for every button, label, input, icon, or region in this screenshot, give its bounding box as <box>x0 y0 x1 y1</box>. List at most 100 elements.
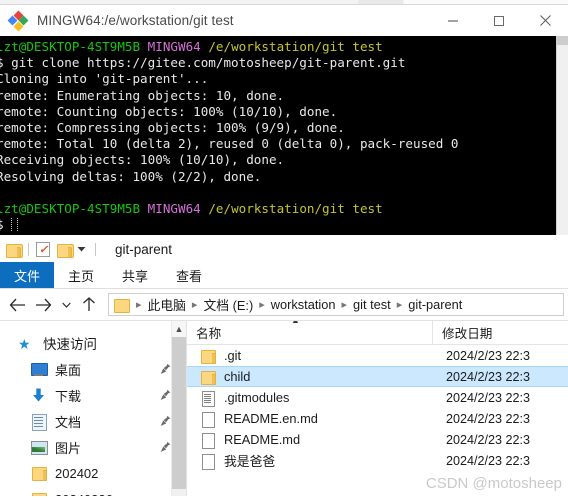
terminal-line: remote: Counting objects: 100% (10/10), … <box>0 103 338 119</box>
breadcrumb-item-0[interactable]: 此电脑 <box>147 295 187 314</box>
file-date: 2024/2/23 22:3 <box>446 432 531 447</box>
breadcrumb-folder-icon <box>114 298 130 313</box>
quick-access-toolbar: ✓ git-parent <box>0 236 568 262</box>
address-bar: ▸ 此电脑 ▸ 文档 (E:) ▸ workstation ▸ git test… <box>0 289 568 320</box>
folder-icon <box>200 369 216 385</box>
mingw64-terminal-window: MINGW64:/e/workstation/git test lzt@DESK… <box>0 5 568 235</box>
close-icon[interactable] <box>522 5 568 36</box>
table-row[interactable]: 我是爸爸 2024/2/23 22:3 <box>187 450 568 471</box>
document-icon <box>30 413 47 431</box>
terminal-line: Resolving deltas: 100% (2/2), done. <box>0 168 262 184</box>
terminal-text: lzt@DESKTOP-4ST9M5B MINGW64 /e/workstati… <box>0 39 568 233</box>
tab-share[interactable]: 共享 <box>108 262 162 288</box>
breadcrumb-item-2[interactable]: workstation <box>270 297 337 312</box>
folder-icon <box>6 243 23 258</box>
sidebar-item-desktop[interactable]: 桌面 <box>0 356 186 382</box>
sidebar-item-202402[interactable]: 202402 <box>0 460 186 486</box>
tab-home[interactable]: 主页 <box>54 262 108 288</box>
breadcrumb-item-4[interactable]: git-parent <box>407 297 463 312</box>
sidebar-item-label: 下载 <box>55 388 82 404</box>
table-row[interactable]: README.md 2024/2/23 22:3 <box>187 429 568 450</box>
terminal-title-bar[interactable]: MINGW64:/e/workstation/git test <box>0 5 568 36</box>
tab-file[interactable]: 文件 <box>0 262 55 288</box>
file-name: README.md <box>224 432 301 447</box>
file-list-pane: 名称 ▲ 修改日期 .git 2024/2/23 22:3 child 2024… <box>187 321 568 496</box>
sidebar-item-pictures[interactable]: 图片 <box>0 434 186 460</box>
file-name: .git <box>224 348 242 363</box>
file-list: .git 2024/2/23 22:3 child 2024/2/23 22:3… <box>187 345 568 471</box>
navigation-pane-scrollbar[interactable]: ▲ <box>171 321 186 496</box>
terminal-line: remote: Enumerating objects: 10, done. <box>0 87 285 103</box>
terminal-line: Cloning into 'git-parent'... <box>0 71 209 87</box>
desktop-icon <box>30 362 48 377</box>
sidebar-item-label: 桌面 <box>55 362 82 378</box>
terminal-output-area[interactable]: lzt@DESKTOP-4ST9M5B MINGW64 /e/workstati… <box>0 36 568 235</box>
explorer-panes: ★ 快速访问 桌面 下载 文档 图片 202402 ▲ 名称 修改日期 .git… <box>0 320 568 496</box>
column-header-date-label: 修改日期 <box>442 327 493 341</box>
table-row[interactable]: .git 2024/2/23 22:3 <box>187 345 568 366</box>
toolbar-separator-2 <box>95 242 96 256</box>
breadcrumb-separator: ▸ <box>341 299 348 311</box>
terminal-line: remote: Total 10 (delta 2), reused 0 (de… <box>0 136 459 152</box>
text-file-icon <box>200 390 216 407</box>
sidebar-item-label: 文档 <box>55 414 82 430</box>
explorer-window-title: git-parent <box>115 241 173 257</box>
sidebar-item-downloads[interactable]: 下载 <box>0 382 186 408</box>
watermark: CSDN @motosheep <box>425 475 562 492</box>
breadcrumb[interactable]: ▸ 此电脑 ▸ 文档 (E:) ▸ workstation ▸ git test… <box>108 293 564 316</box>
navigation-list: ★ 快速访问 桌面 下载 文档 图片 202402 <box>0 321 186 496</box>
terminal-window-title: MINGW64:/e/workstation/git test <box>37 13 234 28</box>
chevron-down-icon[interactable] <box>75 243 88 256</box>
new-folder-icon[interactable] <box>57 243 74 258</box>
sidebar-item-label: 20240226 <box>55 492 113 497</box>
file-date: 2024/2/23 22:3 <box>446 369 531 384</box>
column-header-name[interactable]: 名称 ▲ <box>187 321 432 345</box>
maximize-icon[interactable] <box>476 5 522 36</box>
file-list-column-headers: 名称 ▲ 修改日期 <box>187 321 568 345</box>
table-row[interactable]: child 2024/2/23 22:3 <box>187 366 568 387</box>
file-explorer-window: ✓ git-parent 文件 主页 共享 查看 ▸ 此电脑 ▸ 文档 (E:)… <box>0 235 568 500</box>
back-arrow-icon[interactable] <box>4 292 30 318</box>
column-header-date[interactable]: 修改日期 <box>432 321 568 345</box>
tab-view[interactable]: 查看 <box>162 262 216 288</box>
sidebar-item-documents[interactable]: 文档 <box>0 408 186 434</box>
breadcrumb-item-3[interactable]: git test <box>352 297 392 312</box>
up-arrow-icon[interactable] <box>76 292 102 318</box>
git-bash-icon <box>7 10 29 31</box>
navigation-scrollbar-thumb[interactable] <box>172 337 186 489</box>
table-row[interactable]: README.en.md 2024/2/23 22:3 <box>187 408 568 429</box>
sidebar-item-quick-access[interactable]: ★ 快速访问 <box>0 330 186 356</box>
recent-locations-chevron-down-icon[interactable] <box>56 292 76 318</box>
forward-arrow-icon[interactable] <box>30 292 56 318</box>
ribbon-tab-bar: 文件 主页 共享 查看 <box>0 262 568 289</box>
file-date: 2024/2/23 22:3 <box>446 390 531 405</box>
terminal-line: remote: Compressing objects: 100% (9/9),… <box>0 120 345 136</box>
terminal-scrollbar[interactable] <box>556 36 568 235</box>
file-date: 2024/2/23 22:3 <box>446 411 531 426</box>
minimize-icon[interactable] <box>430 5 476 36</box>
column-header-name-label: 名称 <box>196 327 222 341</box>
sidebar-item-20240226[interactable]: 20240226 <box>0 486 186 496</box>
table-row[interactable]: .gitmodules 2024/2/23 22:3 <box>187 387 568 408</box>
file-name: README.en.md <box>224 411 318 426</box>
terminal-scrollbar-thumb[interactable] <box>557 36 568 45</box>
star-pin-icon: ★ <box>18 335 31 352</box>
file-icon <box>200 453 216 470</box>
file-name: child <box>224 369 251 384</box>
file-date: 2024/2/23 22:3 <box>446 453 531 468</box>
pictures-icon <box>30 440 48 455</box>
breadcrumb-separator: ▸ <box>259 299 265 311</box>
folder-icon <box>200 348 216 364</box>
terminal-window-controls <box>430 5 568 36</box>
breadcrumb-separator: ▸ <box>191 299 198 311</box>
toolbar-separator <box>28 242 29 256</box>
download-icon <box>30 388 47 403</box>
file-date: 2024/2/23 22:3 <box>446 348 531 363</box>
breadcrumb-item-1[interactable]: 文档 (E:) <box>202 295 254 314</box>
file-name: 我是爸爸 <box>224 454 276 469</box>
terminal-line: Receiving objects: 100% (10/10), done. <box>0 152 285 168</box>
properties-icon[interactable]: ✓ <box>36 241 50 257</box>
scroll-up-icon[interactable]: ▲ <box>172 321 186 337</box>
terminal-cursor <box>11 218 19 232</box>
